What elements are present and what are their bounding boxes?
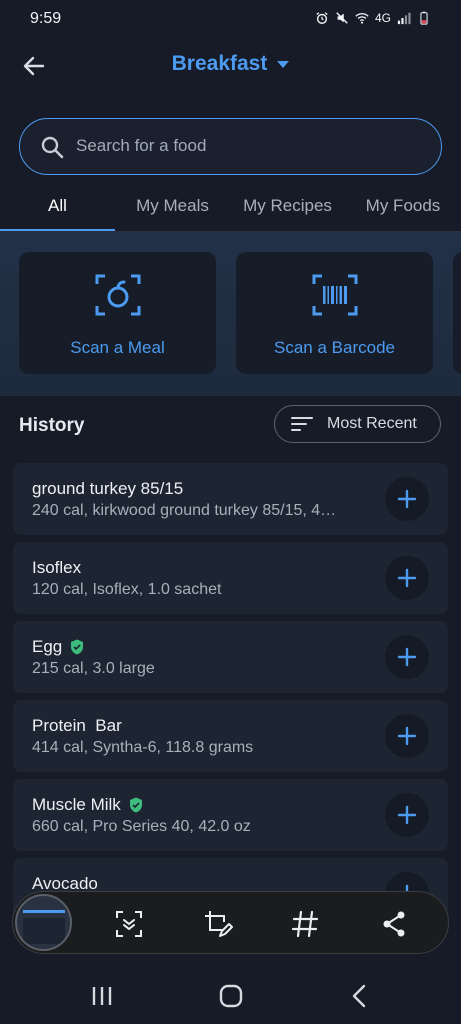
tab-bar: All My Meals My Recipes My Foods	[0, 180, 461, 232]
history-item[interactable]: Muscle Milk 660 cal, Pro Series 40, 42.0…	[13, 779, 448, 851]
mute-icon	[336, 12, 348, 24]
tab-my-foods[interactable]: My Foods	[345, 180, 461, 232]
history-item[interactable]: ground turkey 85/15 240 cal, kirkwood gr…	[13, 463, 448, 535]
hashtag-icon[interactable]	[290, 909, 320, 939]
add-food-button[interactable]	[385, 793, 429, 837]
food-details: 120 cal, Isoflex, 1.0 sachet	[32, 581, 222, 598]
sort-button[interactable]: Most Recent	[274, 405, 441, 443]
history-item[interactable]: Isoflex 120 cal, Isoflex, 1.0 sachet	[13, 542, 448, 614]
meal-selector: Breakfast	[0, 52, 461, 76]
search-input[interactable]	[76, 119, 416, 173]
tab-my-recipes[interactable]: My Recipes	[230, 180, 345, 232]
sort-icon	[291, 417, 313, 431]
wifi-icon	[355, 13, 369, 24]
caret-down-icon	[277, 60, 290, 68]
food-name: Muscle Milk	[32, 795, 121, 814]
scan-section: Scan a Meal Scan a Barcode	[0, 232, 461, 396]
search-icon	[41, 136, 64, 159]
share-icon[interactable]	[379, 909, 409, 939]
add-food-button[interactable]	[385, 635, 429, 679]
history-item[interactable]: Protein Bar 414 cal, Syntha-6, 118.8 gra…	[13, 700, 448, 772]
scan-barcode-button[interactable]: Scan a Barcode	[236, 252, 433, 374]
history-header: History Most Recent	[0, 405, 461, 445]
history-item[interactable]: Egg 215 cal, 3.0 large	[13, 621, 448, 693]
home-icon[interactable]	[218, 983, 244, 1009]
history-title: History	[19, 415, 85, 436]
plus-icon	[397, 726, 417, 746]
food-name-row: Muscle Milk	[32, 795, 143, 815]
status-icons: 4G	[315, 11, 431, 25]
food-name: Isoflex	[32, 558, 82, 577]
plus-icon	[397, 647, 417, 667]
add-food-button[interactable]	[385, 477, 429, 521]
search-bar[interactable]	[19, 118, 442, 175]
food-name-row: Protein Bar	[32, 716, 122, 736]
nav-back-icon[interactable]	[347, 983, 373, 1009]
scan-card-partial[interactable]	[453, 252, 461, 374]
recent-apps-icon[interactable]	[89, 983, 115, 1009]
sort-label: Most Recent	[327, 415, 417, 432]
verified-shield-icon	[129, 797, 142, 813]
scroll-capture-icon[interactable]	[114, 909, 144, 939]
signal-icon	[397, 12, 411, 25]
food-details: 215 cal, 3.0 large	[32, 660, 155, 677]
barcode-icon	[312, 274, 358, 316]
tab-all[interactable]: All	[0, 180, 115, 232]
food-name-row: ground turkey 85/15	[32, 479, 183, 499]
system-nav-bar	[0, 966, 461, 1024]
scan-meal-label: Scan a Meal	[70, 338, 165, 357]
status-bar: 9:59 4G	[0, 0, 461, 40]
add-food-button[interactable]	[385, 714, 429, 758]
food-details: 660 cal, Pro Series 40, 42.0 oz	[32, 818, 251, 835]
screenshot-thumbnail[interactable]	[15, 894, 72, 951]
tab-my-meals[interactable]: My Meals	[115, 180, 230, 232]
food-details: 414 cal, Syntha-6, 118.8 grams	[32, 739, 254, 756]
scan-meal-button[interactable]: Scan a Meal	[19, 252, 216, 374]
verified-shield-icon	[71, 639, 84, 655]
food-name: ground turkey 85/15	[32, 479, 184, 498]
crop-edit-icon[interactable]	[203, 909, 233, 939]
page-title: Breakfast	[171, 52, 268, 75]
header: Breakfast	[0, 40, 461, 100]
alarm-icon	[316, 12, 328, 24]
scan-barcode-label: Scan a Barcode	[274, 338, 395, 357]
meal-dropdown[interactable]: Breakfast	[172, 52, 290, 76]
food-name: Egg	[32, 637, 63, 656]
add-food-button[interactable]	[385, 556, 429, 600]
food-name: Protein Bar	[32, 716, 122, 735]
scan-meal-icon	[95, 274, 141, 316]
plus-icon	[397, 489, 417, 509]
food-details: 240 cal, kirkwood ground turkey 85/15, 4…	[32, 502, 337, 519]
plus-icon	[397, 568, 417, 588]
battery-low-icon	[420, 11, 428, 25]
plus-icon	[397, 805, 417, 825]
network-type: 4G	[374, 11, 391, 25]
history-list: ground turkey 85/15 240 cal, kirkwood gr…	[13, 463, 448, 937]
screenshot-toolbar	[12, 891, 449, 954]
status-time: 9:59	[30, 10, 62, 27]
food-name-row: Isoflex	[32, 558, 81, 578]
food-name-row: Egg	[32, 637, 84, 657]
